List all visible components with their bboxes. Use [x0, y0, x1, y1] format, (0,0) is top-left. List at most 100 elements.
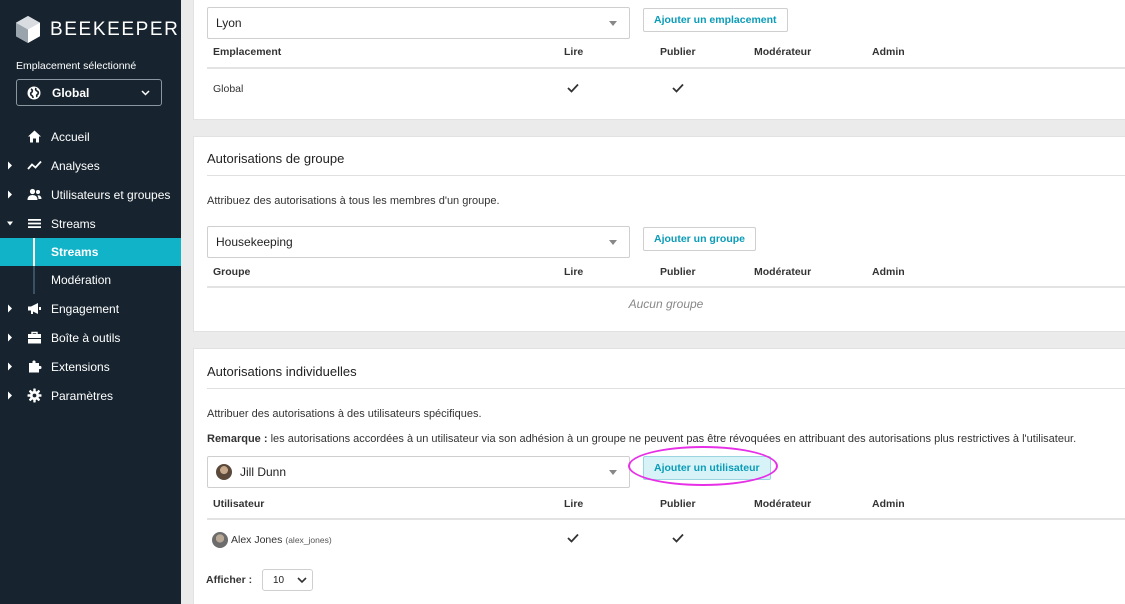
chevron-down-icon — [141, 90, 150, 96]
table-row: Alex Jones (alex_jones) — [212, 532, 332, 548]
sidebar-nav: Accueil Analyses Utilisateurs et groupes… — [0, 122, 181, 410]
section-note: Remarque : les autorisations accordées à… — [207, 433, 1076, 445]
location-select-value: Global — [52, 85, 90, 100]
user-select-dropdown[interactable]: Jill Dunn — [207, 456, 630, 488]
check-icon — [672, 83, 684, 93]
home-icon — [28, 130, 41, 143]
caret-right-icon — [8, 333, 12, 342]
add-location-button[interactable]: Ajouter un emplacement — [643, 8, 788, 32]
user-select-value: Jill Dunn — [240, 465, 287, 479]
sidebar: BEEKEEPER Emplacement sélectionné Global… — [0, 0, 181, 604]
sidebar-item-utilisateurs[interactable]: Utilisateurs et groupes — [0, 180, 181, 209]
app-name: BEEKEEPER — [50, 18, 180, 40]
sidebar-item-label: Analyses — [51, 158, 100, 173]
highlight-annotation — [628, 446, 778, 486]
subnav-indicator — [33, 266, 35, 294]
subnav-indicator — [33, 238, 35, 266]
column-header: Publier — [660, 498, 696, 510]
avatar — [212, 532, 228, 548]
sidebar-item-label: Streams — [51, 216, 96, 231]
section-description: Attribuez des autorisations à tous les m… — [207, 195, 500, 207]
group-permissions-card: Autorisations de groupe Attribuez des au… — [193, 136, 1125, 332]
column-header: Modérateur — [754, 498, 812, 510]
column-header: Groupe — [213, 266, 251, 278]
group-select-value: Housekeeping — [216, 235, 293, 249]
caret-right-icon — [8, 362, 12, 371]
add-group-button[interactable]: Ajouter un groupe — [643, 227, 756, 251]
column-header: Publier — [660, 266, 696, 278]
logo[interactable]: BEEKEEPER — [16, 16, 180, 43]
table-header-divider — [207, 67, 1125, 69]
caret-right-icon — [8, 391, 12, 400]
column-header: Lire — [564, 266, 584, 278]
page-size-select[interactable]: 10 — [262, 569, 313, 591]
sidebar-subitem-streams[interactable]: Streams — [0, 238, 181, 266]
empty-state: Aucun groupe — [628, 297, 704, 311]
sidebar-item-streams[interactable]: Streams — [0, 209, 181, 238]
chevron-down-icon — [297, 577, 307, 584]
check-icon — [567, 533, 579, 543]
caret-down-icon — [609, 240, 617, 245]
column-header: Admin — [872, 266, 905, 278]
user-username: (alex_jones) — [285, 535, 332, 545]
location-select-value: Lyon — [216, 16, 242, 30]
list-icon — [28, 219, 41, 228]
caret-down-icon — [7, 221, 13, 226]
column-header: Lire — [564, 498, 584, 510]
megaphone-icon — [28, 303, 41, 314]
location-select[interactable]: Global — [16, 79, 162, 106]
toolbox-icon — [28, 331, 41, 344]
avatar — [216, 464, 232, 480]
sidebar-item-parametres[interactable]: Paramètres — [0, 381, 181, 410]
user-name: Alex Jones — [231, 534, 283, 546]
sidebar-item-accueil[interactable]: Accueil — [0, 122, 181, 151]
sidebar-item-label: Boîte à outils — [51, 330, 121, 345]
note-text: les autorisations accordées à un utilisa… — [267, 433, 1077, 445]
sidebar-item-extensions[interactable]: Extensions — [0, 352, 181, 381]
sidebar-item-label: Accueil — [51, 129, 90, 144]
sidebar-item-engagement[interactable]: Engagement — [0, 294, 181, 323]
sidebar-subitem-label: Streams — [51, 245, 99, 259]
gear-icon — [27, 388, 42, 403]
location-label: Emplacement sélectionné — [16, 60, 137, 72]
column-header: Admin — [872, 46, 905, 58]
beekeeper-logo-icon — [16, 16, 40, 43]
note-label: Remarque : — [207, 433, 268, 445]
caret-right-icon — [8, 161, 12, 170]
section-title: Autorisations individuelles — [207, 364, 357, 379]
section-description: Attribuer des autorisations à des utilis… — [207, 408, 482, 420]
sidebar-subitem-moderation[interactable]: Modération — [0, 266, 181, 294]
location-permissions-card: Lyon Ajouter un emplacement Emplacement … — [193, 0, 1125, 120]
column-header: Lire — [564, 46, 584, 58]
section-divider — [207, 175, 1125, 176]
caret-down-icon — [609, 21, 617, 26]
sidebar-item-label: Utilisateurs et groupes — [51, 187, 171, 202]
table-header-divider — [207, 286, 1125, 288]
section-divider — [207, 388, 1125, 389]
sidebar-item-label: Extensions — [51, 359, 110, 374]
sidebar-item-label: Paramètres — [51, 388, 114, 403]
table-header-divider — [207, 518, 1125, 520]
sidebar-subitem-label: Modération — [51, 273, 112, 287]
main-content: Lyon Ajouter un emplacement Emplacement … — [181, 0, 1125, 604]
puzzle-icon — [29, 360, 42, 373]
globe-icon — [27, 86, 41, 99]
table-cell-location: Global — [213, 83, 244, 95]
caret-right-icon — [8, 190, 12, 199]
column-header: Publier — [660, 46, 696, 58]
column-header: Admin — [872, 498, 905, 510]
location-select-dropdown[interactable]: Lyon — [207, 7, 630, 39]
sidebar-item-analyses[interactable]: Analyses — [0, 151, 181, 180]
column-header: Modérateur — [754, 266, 812, 278]
users-icon — [27, 188, 42, 200]
caret-right-icon — [8, 304, 12, 313]
caret-down-icon — [609, 470, 617, 475]
check-icon — [567, 83, 579, 93]
column-header: Utilisateur — [213, 498, 265, 510]
column-header: Modérateur — [754, 46, 812, 58]
group-select-dropdown[interactable]: Housekeeping — [207, 226, 630, 258]
page-size-label: Afficher : — [206, 574, 253, 586]
page-size-value: 10 — [273, 574, 285, 586]
section-title: Autorisations de groupe — [207, 151, 345, 166]
sidebar-item-boite-a-outils[interactable]: Boîte à outils — [0, 323, 181, 352]
